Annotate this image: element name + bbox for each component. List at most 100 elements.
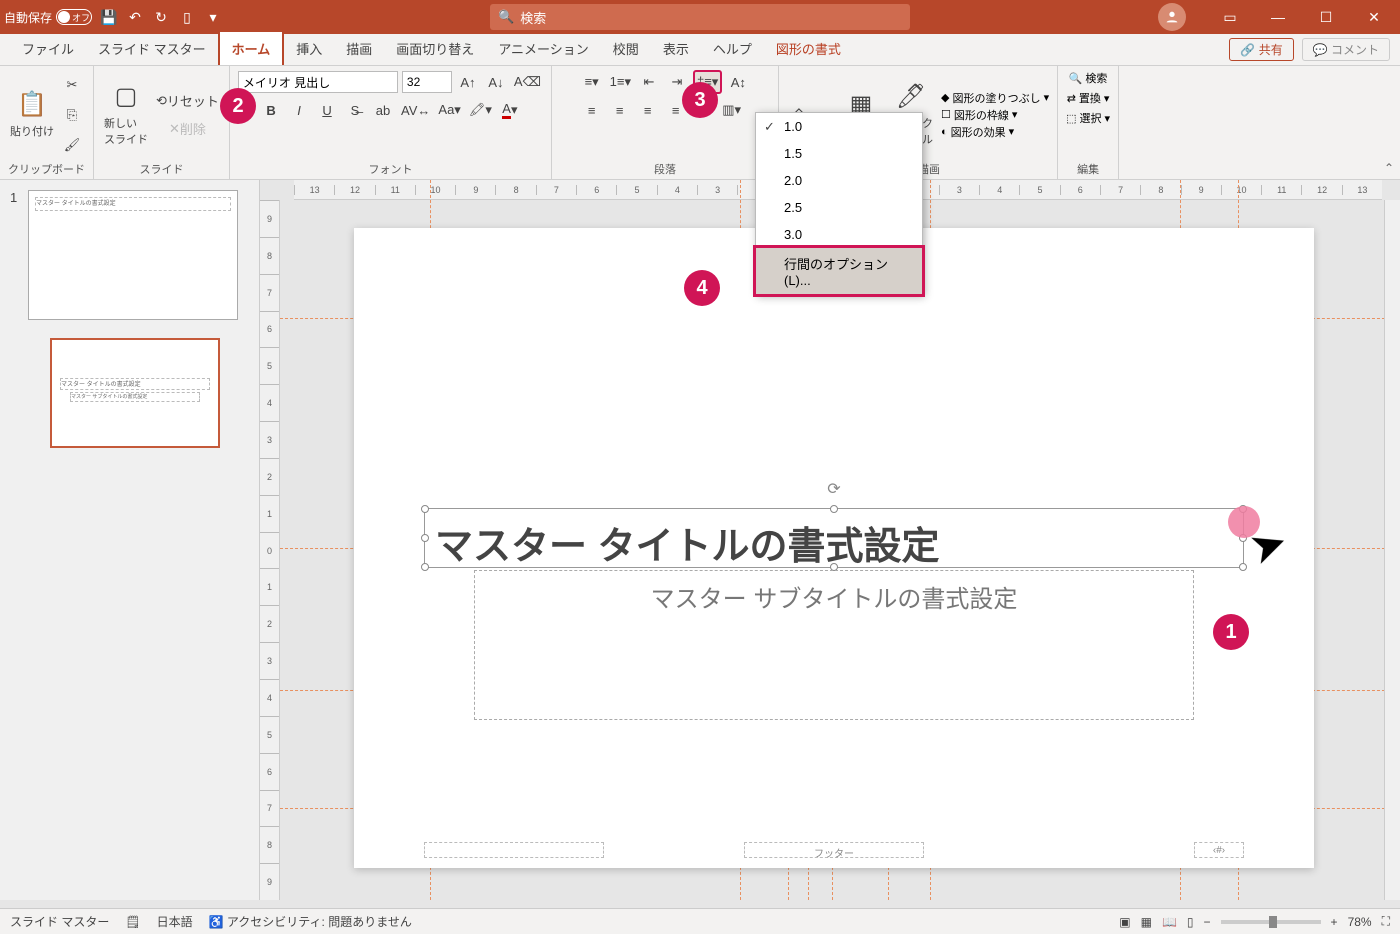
decrease-font-icon[interactable]: A↓ bbox=[484, 70, 508, 94]
font-color-icon[interactable]: A▾ bbox=[498, 98, 522, 122]
save-icon[interactable]: 💾 bbox=[100, 8, 118, 26]
shape-outline-button[interactable]: ☐ 図形の枠線 ▾ bbox=[941, 107, 1049, 123]
char-spacing-icon[interactable]: AV↔ bbox=[399, 98, 432, 122]
line-spacing-1.5[interactable]: 1.5 bbox=[756, 140, 922, 167]
find-button[interactable]: 🔍 検索 bbox=[1069, 70, 1108, 86]
slide[interactable]: ⟳ マスター タイトルの書式設定 マスター サブタイトルの書式設定 フッター ‹… bbox=[354, 228, 1314, 868]
line-spacing-2.5[interactable]: 2.5 bbox=[756, 194, 922, 221]
tab-help[interactable]: ヘルプ bbox=[701, 32, 764, 65]
tab-slide-master[interactable]: スライド マスター bbox=[86, 32, 218, 65]
underline-button[interactable]: U bbox=[315, 98, 339, 122]
qat-more-icon[interactable]: ▾ bbox=[204, 8, 222, 26]
copy-icon[interactable]: ⎘ bbox=[60, 103, 84, 127]
line-spacing-menu: 1.0 1.5 2.0 2.5 3.0 行間のオプション(L)... bbox=[755, 112, 923, 295]
zoom-slider[interactable] bbox=[1221, 920, 1321, 924]
shape-effects-button[interactable]: ◐ 図形の効果 ▾ bbox=[941, 124, 1049, 140]
tab-view[interactable]: 表示 bbox=[651, 32, 701, 65]
bullets-icon[interactable]: ≡▾ bbox=[580, 70, 604, 94]
tab-file[interactable]: ファイル bbox=[10, 32, 86, 65]
align-center-icon[interactable]: ≡ bbox=[608, 98, 632, 122]
format-painter-icon[interactable]: 🖌 bbox=[60, 133, 84, 157]
line-spacing-2.0[interactable]: 2.0 bbox=[756, 167, 922, 194]
search-box[interactable]: 🔍 検索 bbox=[490, 4, 910, 30]
clear-format-icon[interactable]: A⌫ bbox=[512, 70, 543, 94]
notes-icon[interactable]: 🗒 bbox=[125, 915, 140, 929]
status-language[interactable]: 日本語 bbox=[157, 913, 193, 930]
ribbon-display-icon[interactable]: ▭ bbox=[1208, 0, 1252, 34]
slideshow-view-icon[interactable]: ▯ bbox=[1187, 915, 1194, 929]
reset-button[interactable]: ⟲ リセット bbox=[154, 89, 221, 113]
reading-view-icon[interactable]: 📖 bbox=[1162, 915, 1177, 929]
strike-button[interactable]: S̶ bbox=[343, 98, 367, 122]
tab-insert[interactable]: 挿入 bbox=[284, 32, 334, 65]
tab-review[interactable]: 校閲 bbox=[601, 32, 651, 65]
callout-3: 3 bbox=[682, 82, 718, 118]
minimize-button[interactable]: — bbox=[1256, 0, 1300, 34]
normal-view-icon[interactable]: ▣ bbox=[1119, 915, 1130, 929]
tab-home[interactable]: ホーム bbox=[218, 30, 285, 65]
layout-thumbnail[interactable]: マスター タイトルの書式設定 マスター サブタイトルの書式設定 bbox=[50, 338, 249, 448]
tab-draw[interactable]: 描画 bbox=[334, 32, 384, 65]
line-spacing-options[interactable]: 行間のオプション(L)... bbox=[753, 245, 925, 297]
fit-to-window-icon[interactable]: ⛶ bbox=[1382, 914, 1390, 929]
zoom-in-button[interactable]: + bbox=[1331, 915, 1338, 929]
zoom-out-button[interactable]: − bbox=[1204, 915, 1211, 929]
align-right-icon[interactable]: ≡ bbox=[636, 98, 660, 122]
comment-button[interactable]: 💬 コメント bbox=[1302, 38, 1390, 61]
text-direction-icon[interactable]: A↕ bbox=[726, 70, 750, 94]
vertical-scrollbar[interactable] bbox=[1384, 200, 1400, 900]
search-placeholder: 検索 bbox=[520, 8, 546, 27]
account-avatar[interactable] bbox=[1158, 3, 1186, 31]
autosave-label: 自動保存 bbox=[4, 9, 52, 26]
share-button[interactable]: 🔗 共有 bbox=[1229, 38, 1293, 61]
delete-button[interactable]: ✕ 削除 bbox=[154, 117, 221, 141]
master-thumbnail[interactable]: 1 マスター タイトルの書式設定 bbox=[10, 190, 249, 320]
title-placeholder[interactable]: ⟳ マスター タイトルの書式設定 bbox=[424, 508, 1244, 568]
change-case-icon[interactable]: Aa▾ bbox=[436, 98, 462, 122]
bold-button[interactable]: B bbox=[259, 98, 283, 122]
undo-icon[interactable]: ↶ bbox=[126, 8, 144, 26]
line-spacing-3.0[interactable]: 3.0 bbox=[756, 221, 922, 248]
new-slide-icon: ▢ bbox=[115, 82, 138, 111]
highlight-icon[interactable]: 🖍▾ bbox=[467, 98, 494, 122]
tab-shape-format[interactable]: 図形の書式 bbox=[764, 32, 853, 65]
paste-button[interactable]: 📋 貼り付け bbox=[8, 75, 56, 155]
shadow-button[interactable]: ab bbox=[371, 98, 395, 122]
clipboard-icon: 📋 bbox=[17, 90, 47, 119]
align-left-icon[interactable]: ≡ bbox=[580, 98, 604, 122]
footer-center-placeholder[interactable]: フッター bbox=[744, 842, 924, 858]
select-button[interactable]: ⬚ 選択 ▾ bbox=[1066, 110, 1110, 126]
subtitle-placeholder[interactable]: マスター サブタイトルの書式設定 bbox=[474, 570, 1194, 720]
cut-icon[interactable]: ✂ bbox=[60, 73, 84, 97]
redo-icon[interactable]: ↻ bbox=[152, 8, 170, 26]
collapse-ribbon-icon[interactable]: ⌃ bbox=[1384, 161, 1394, 175]
zoom-level[interactable]: 78% bbox=[1348, 915, 1372, 929]
status-bar: スライド マスター 🗒 日本語 ♿ アクセシビリティ: 問題ありません ▣ ▦ … bbox=[0, 908, 1400, 934]
columns-icon[interactable]: ▥▾ bbox=[720, 98, 744, 122]
rotate-handle-icon[interactable]: ⟳ bbox=[827, 479, 840, 499]
status-mode: スライド マスター bbox=[10, 913, 109, 930]
replace-button[interactable]: ⇄ 置換 ▾ bbox=[1067, 90, 1110, 106]
group-paragraph: ≡▾ 1≡▾ ⇤ ⇥ ‡≡▾ A↕ ≡ ≡ ≡ ≡ ≡ ▥▾ 段落 bbox=[552, 66, 779, 179]
tab-transitions[interactable]: 画面切り替え bbox=[384, 32, 486, 65]
numbering-icon[interactable]: 1≡▾ bbox=[608, 70, 633, 94]
italic-button[interactable]: I bbox=[287, 98, 311, 122]
footer-pagenum-placeholder[interactable]: ‹#› bbox=[1194, 842, 1244, 858]
search-icon: 🔍 bbox=[498, 9, 514, 25]
font-name-input[interactable] bbox=[238, 71, 398, 93]
sorter-view-icon[interactable]: ▦ bbox=[1141, 915, 1152, 929]
accessibility-status[interactable]: ♿ アクセシビリティ: 問題ありません bbox=[209, 913, 412, 930]
autosave-toggle[interactable]: 自動保存 オフ bbox=[4, 9, 92, 26]
maximize-button[interactable]: ☐ bbox=[1304, 0, 1348, 34]
new-slide-button[interactable]: ▢ 新しい スライド bbox=[102, 75, 150, 155]
close-button[interactable]: ✕ bbox=[1352, 0, 1396, 34]
from-beginning-icon[interactable]: ▯ bbox=[178, 8, 196, 26]
footer-date-placeholder[interactable] bbox=[424, 842, 604, 858]
font-size-input[interactable] bbox=[402, 71, 452, 93]
shape-fill-button[interactable]: ◆ 図形の塗りつぶし ▾ bbox=[941, 90, 1049, 106]
increase-font-icon[interactable]: A↑ bbox=[456, 70, 480, 94]
line-spacing-1.0[interactable]: 1.0 bbox=[756, 113, 922, 140]
tab-animations[interactable]: アニメーション bbox=[486, 32, 600, 65]
decrease-indent-icon[interactable]: ⇤ bbox=[637, 70, 661, 94]
group-label-paragraph: 段落 bbox=[560, 159, 770, 177]
